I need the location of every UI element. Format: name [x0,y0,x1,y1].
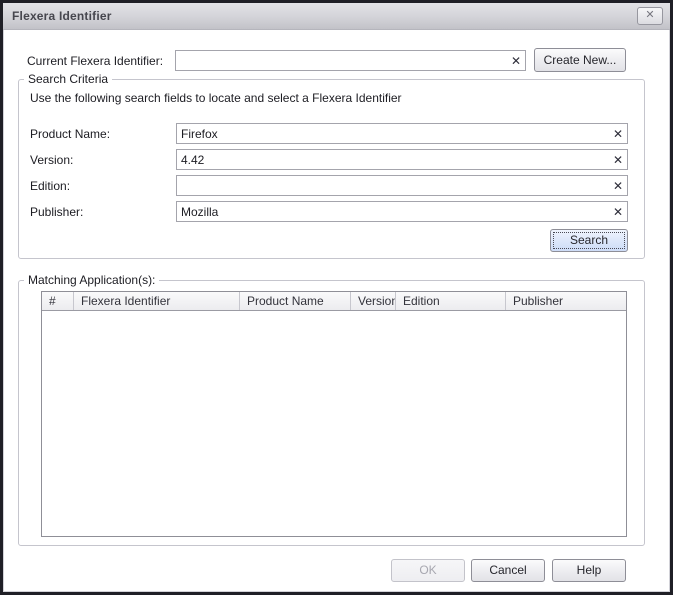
column-header-edition[interactable]: Edition [396,292,506,310]
publisher-field: ✕ [176,201,628,222]
cancel-button[interactable]: Cancel [471,559,545,582]
help-button[interactable]: Help [552,559,626,582]
matching-applications-table: # Flexera Identifier Product Name Versio… [41,291,627,537]
clear-icon[interactable]: ✕ [613,179,623,191]
edition-label: Edition: [30,179,70,193]
column-header-flexera-identifier[interactable]: Flexera Identifier [74,292,240,310]
focus-ring [553,232,625,249]
current-identifier-label: Current Flexera Identifier: [27,54,163,68]
product-name-field: ✕ [176,123,628,144]
clear-icon[interactable]: ✕ [613,153,623,165]
column-header-publisher[interactable]: Publisher [506,292,626,310]
search-button[interactable]: Search [550,229,628,252]
close-icon: ✕ [645,9,654,21]
titlebar: Flexera Identifier ✕ [3,3,670,30]
dialog-title: Flexera Identifier [12,9,112,23]
publisher-label: Publisher: [30,205,83,219]
close-button[interactable]: ✕ [637,7,663,25]
product-name-label: Product Name: [30,127,110,141]
version-label: Version: [30,153,73,167]
edition-input[interactable] [177,176,607,195]
edition-field: ✕ [176,175,628,196]
matching-applications-group: Matching Application(s): # Flexera Ident… [18,280,645,546]
table-header-row: # Flexera Identifier Product Name Versio… [42,292,626,311]
column-header-version[interactable]: Version [351,292,396,310]
search-instruction: Use the following search fields to locat… [30,91,402,105]
search-criteria-group: Search Criteria Use the following search… [18,79,645,259]
product-name-input[interactable] [177,124,607,143]
create-new-button[interactable]: Create New... [534,48,626,72]
clear-icon[interactable]: ✕ [613,205,623,217]
clear-icon[interactable]: ✕ [613,127,623,139]
column-header-index[interactable]: # [42,292,74,310]
flexera-identifier-dialog: Flexera Identifier ✕ Current Flexera Ide… [0,0,673,595]
current-identifier-input[interactable] [176,51,505,70]
current-identifier-field: ✕ [175,50,526,71]
column-header-product-name[interactable]: Product Name [240,292,351,310]
version-input[interactable] [177,150,607,169]
search-criteria-legend: Search Criteria [24,72,112,86]
publisher-input[interactable] [177,202,607,221]
version-field: ✕ [176,149,628,170]
clear-icon[interactable]: ✕ [511,54,521,66]
matching-applications-legend: Matching Application(s): [24,273,159,287]
table-body-empty [42,311,626,536]
ok-button[interactable]: OK [391,559,465,582]
